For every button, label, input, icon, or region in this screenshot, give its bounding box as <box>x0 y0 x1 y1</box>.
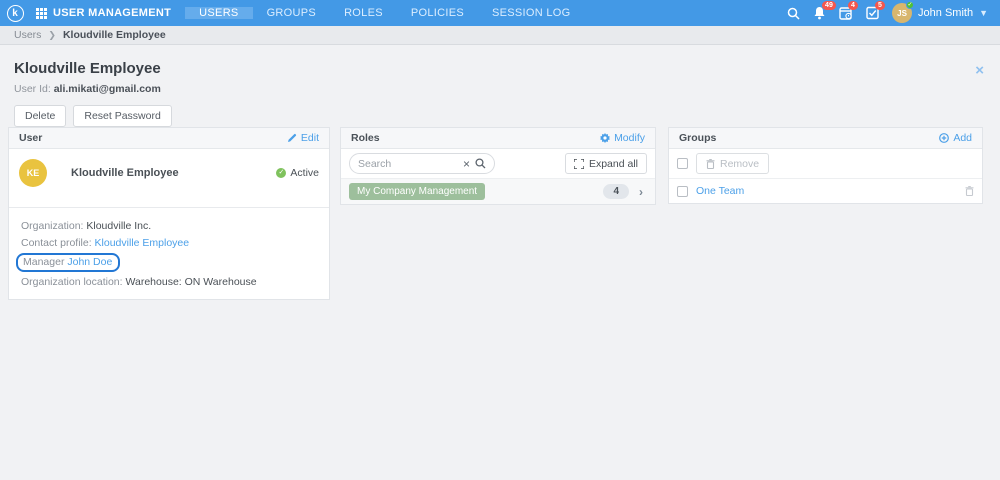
groups-card: Groups Add Remove One Team <box>668 127 983 204</box>
expand-all-label: Expand all <box>588 157 638 170</box>
role-row: My Company Management 4 › <box>341 178 655 204</box>
clear-search-icon[interactable]: × <box>463 158 470 170</box>
nav-item-users[interactable]: USERS <box>185 7 253 19</box>
tasks-check-icon[interactable]: 5 <box>866 1 885 20</box>
gear-icon <box>600 133 611 143</box>
breadcrumb: Users ❯ Kloudville Employee <box>0 26 1000 45</box>
notifications-bell-icon[interactable]: 49 <box>813 1 836 20</box>
calendar-clock-icon[interactable]: 4 <box>839 1 858 20</box>
add-label: Add <box>953 132 972 144</box>
add-button[interactable]: Add <box>939 132 972 144</box>
user-id-value: ali.mikati@gmail.com <box>53 83 161 95</box>
user-card-title: User <box>19 132 43 144</box>
breadcrumb-separator-icon: ❯ <box>48 29 56 40</box>
nav-item-session-log[interactable]: SESSION LOG <box>478 7 585 19</box>
nav-item-roles[interactable]: ROLES <box>330 7 397 19</box>
delete-group-icon[interactable] <box>965 186 974 196</box>
reset-password-button[interactable]: Reset Password <box>73 105 172 127</box>
apps-grid-icon <box>36 7 47 19</box>
close-icon[interactable]: × <box>975 63 984 78</box>
detail-contact-profile: Contact profile: Kloudville Employee <box>21 237 190 249</box>
app-title-label: USER MANAGEMENT <box>53 7 172 19</box>
remove-label: Remove <box>720 157 760 170</box>
remove-button[interactable]: Remove <box>696 153 770 174</box>
status-label: Active <box>290 167 319 179</box>
modify-label: Modify <box>614 132 645 144</box>
roles-search-input[interactable] <box>358 157 463 170</box>
app-title[interactable]: USER MANAGEMENT <box>30 7 185 19</box>
avatar-initials: JS <box>897 8 907 18</box>
user-id-line: User Id: ali.mikati@gmail.com <box>14 83 986 95</box>
expand-icon <box>573 158 584 169</box>
app-logo[interactable]: k <box>0 4 30 22</box>
active-check-icon: ✓ <box>276 168 287 178</box>
status-badge: ✓ Active <box>276 167 319 179</box>
kloudville-logo-icon: k <box>6 4 24 22</box>
trash-icon <box>706 158 715 169</box>
tasks-badge: 5 <box>875 1 885 10</box>
user-avatar: KE <box>19 159 47 187</box>
groups-card-title: Groups <box>679 132 717 144</box>
user-card: User Edit KE Kloudville Employee ✓ Activ… <box>8 127 330 300</box>
pencil-icon <box>287 133 297 142</box>
manager-highlight-box: Manager John Doe <box>16 253 121 272</box>
calendar-badge: 4 <box>848 1 858 10</box>
detail-organization-location: Organization location: Warehouse: ON War… <box>21 276 257 288</box>
breadcrumb-current: Kloudville Employee <box>62 29 166 41</box>
delete-button[interactable]: Delete <box>14 105 67 127</box>
nav-item-groups[interactable]: GROUPS <box>253 7 330 19</box>
select-all-checkbox[interactable] <box>677 158 688 169</box>
user-menu[interactable]: JS ✓ John Smith ▼ <box>892 1 988 23</box>
nav-item-policies[interactable]: POLICIES <box>397 7 478 19</box>
edit-label: Edit <box>300 132 319 144</box>
search-icon[interactable] <box>787 7 800 20</box>
roles-card: Roles Modify × Expand all My Company Man… <box>340 127 656 205</box>
bell-badge: 49 <box>822 1 836 10</box>
detail-organization: Organization: Kloudville Inc. <box>21 220 152 232</box>
user-full-name: Kloudville Employee <box>71 167 179 179</box>
roles-search-box: × <box>349 153 495 174</box>
online-status-icon: ✓ <box>906 1 915 9</box>
roles-card-title: Roles <box>351 132 380 144</box>
avatar: JS ✓ <box>892 1 915 23</box>
detail-manager: Manager John Doe <box>16 253 317 272</box>
role-tag[interactable]: My Company Management <box>349 183 486 200</box>
magnifier-icon[interactable] <box>475 158 486 169</box>
main-nav: USERS GROUPS ROLES POLICIES SESSION LOG <box>185 7 584 19</box>
contact-profile-link[interactable]: Kloudville Employee <box>95 237 190 249</box>
user-id-label: User Id: <box>14 83 51 95</box>
breadcrumb-users[interactable]: Users <box>14 29 41 41</box>
row-checkbox[interactable] <box>677 185 688 197</box>
edit-button[interactable]: Edit <box>287 132 319 144</box>
user-name-label: John Smith <box>918 7 974 19</box>
expand-all-button[interactable]: Expand all <box>564 153 647 174</box>
manager-link[interactable]: John Doe <box>67 256 112 268</box>
chevron-right-icon[interactable]: › <box>639 185 643 199</box>
group-row: One Team <box>669 178 982 203</box>
chevron-down-icon: ▼ <box>979 8 988 18</box>
role-count-badge: 4 <box>603 184 629 199</box>
top-navbar: k USER MANAGEMENT USERS GROUPS ROLES POL… <box>0 0 1000 26</box>
group-link[interactable]: One Team <box>696 185 744 197</box>
modify-button[interactable]: Modify <box>600 132 645 144</box>
plus-circle-icon <box>939 133 950 143</box>
page-title: Kloudville Employee <box>14 60 161 77</box>
